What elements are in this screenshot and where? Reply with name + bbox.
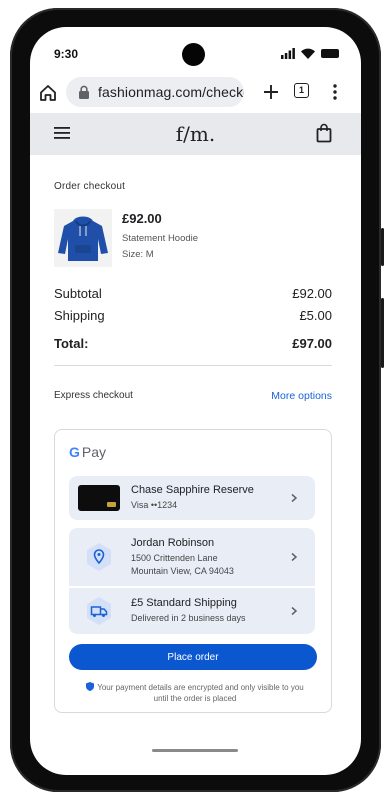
google-pay-logo: G Pay	[69, 444, 106, 460]
site-logo[interactable]: f/m.	[30, 122, 361, 146]
home-gesture-bar[interactable]	[152, 749, 238, 752]
security-note: Your payment details are encrypted and o…	[79, 682, 311, 705]
credit-card-icon	[78, 485, 120, 511]
shipping-address-row[interactable]: Jordan Robinson 1500 Crittenden Lane Mou…	[69, 528, 315, 586]
security-note-text: Your payment details are encrypted and o…	[97, 683, 304, 703]
status-time: 9:30	[54, 47, 79, 61]
subtotal-value: £92.00	[292, 286, 332, 301]
total-value: £97.00	[292, 336, 332, 351]
status-icons	[281, 48, 339, 59]
shipping-icon-wrap	[77, 596, 121, 626]
google-g-icon: G	[69, 444, 80, 460]
volume-button	[381, 228, 384, 266]
url-text: fashionmag.com/checkout	[98, 84, 244, 100]
new-tab-icon[interactable]	[262, 83, 280, 101]
shipping-option-title: £5 Standard Shipping	[131, 597, 237, 610]
wifi-icon	[301, 48, 315, 59]
browser-toolbar: fashionmag.com/checkout 1	[30, 73, 361, 113]
google-pay-sheet: G Pay Chase Sapphire Reserve Visa ••1234	[54, 429, 332, 713]
chevron-right-icon	[291, 606, 298, 616]
total-label: Total:	[54, 336, 89, 351]
shield-icon	[86, 682, 95, 691]
signal-icon	[281, 48, 295, 59]
site-header: f/m.	[30, 113, 361, 155]
card-thumbnail-wrap	[77, 485, 121, 511]
status-bar: 9:30	[30, 27, 361, 67]
total-row: Total: £97.00	[54, 336, 332, 351]
shipping-option-row[interactable]: £5 Standard Shipping Delivered in 2 busi…	[69, 588, 315, 634]
summary-divider	[54, 365, 332, 366]
order-checkout-title: Order checkout	[54, 181, 126, 192]
shipping-option-text: £5 Standard Shipping Delivered in 2 busi…	[131, 597, 289, 624]
express-checkout-row: Express checkout More options	[54, 390, 332, 402]
shipping-value: £5.00	[299, 308, 332, 323]
shipping-label: Shipping	[54, 308, 105, 323]
subtotal-label: Subtotal	[54, 286, 102, 301]
address-icon-wrap	[77, 542, 121, 572]
chevron-right-icon	[291, 552, 298, 562]
shipping-row: Shipping £5.00	[54, 308, 332, 323]
address-line-2: Mountain View, CA 94043	[131, 566, 234, 576]
overflow-menu-icon[interactable]	[332, 83, 338, 101]
address-bar[interactable]: fashionmag.com/checkout	[66, 77, 244, 107]
phone-screen: 9:30 fashionmag.com/checkout	[30, 27, 361, 775]
product-size: Size: M	[122, 249, 154, 260]
payment-method-row[interactable]: Chase Sapphire Reserve Visa ••1234	[69, 476, 315, 520]
product-price: £92.00	[122, 211, 162, 226]
location-pin-icon	[87, 543, 111, 571]
address-line-1: 1500 Crittenden Lane	[131, 552, 218, 563]
delivery-truck-icon	[87, 597, 111, 625]
tab-switcher-button[interactable]: 1	[294, 83, 309, 98]
payment-method-text: Chase Sapphire Reserve Visa ••1234	[131, 484, 289, 511]
address-text: Jordan Robinson 1500 Crittenden Lane Mou…	[131, 537, 289, 577]
product-image	[54, 209, 112, 267]
battery-icon	[321, 49, 339, 58]
express-checkout-label: Express checkout	[54, 390, 133, 401]
card-name: Chase Sapphire Reserve	[131, 484, 254, 497]
pay-label: Pay	[81, 444, 107, 460]
place-order-button[interactable]: Place order	[69, 644, 317, 670]
recipient-name: Jordan Robinson	[131, 536, 215, 549]
shipping-option-sub: Delivered in 2 business days	[131, 613, 246, 624]
chevron-right-icon	[291, 493, 298, 503]
camera-cutout	[182, 43, 205, 66]
product-name: Statement Hoodie	[122, 233, 199, 244]
card-number: Visa ••1234	[131, 500, 178, 511]
shopping-bag-icon[interactable]	[316, 123, 332, 143]
home-icon[interactable]	[38, 83, 58, 103]
subtotal-row: Subtotal £92.00	[54, 286, 332, 301]
lock-icon	[79, 85, 89, 99]
power-button	[381, 298, 384, 368]
hoodie-image	[58, 216, 108, 261]
more-options-link[interactable]: More options	[271, 390, 332, 402]
